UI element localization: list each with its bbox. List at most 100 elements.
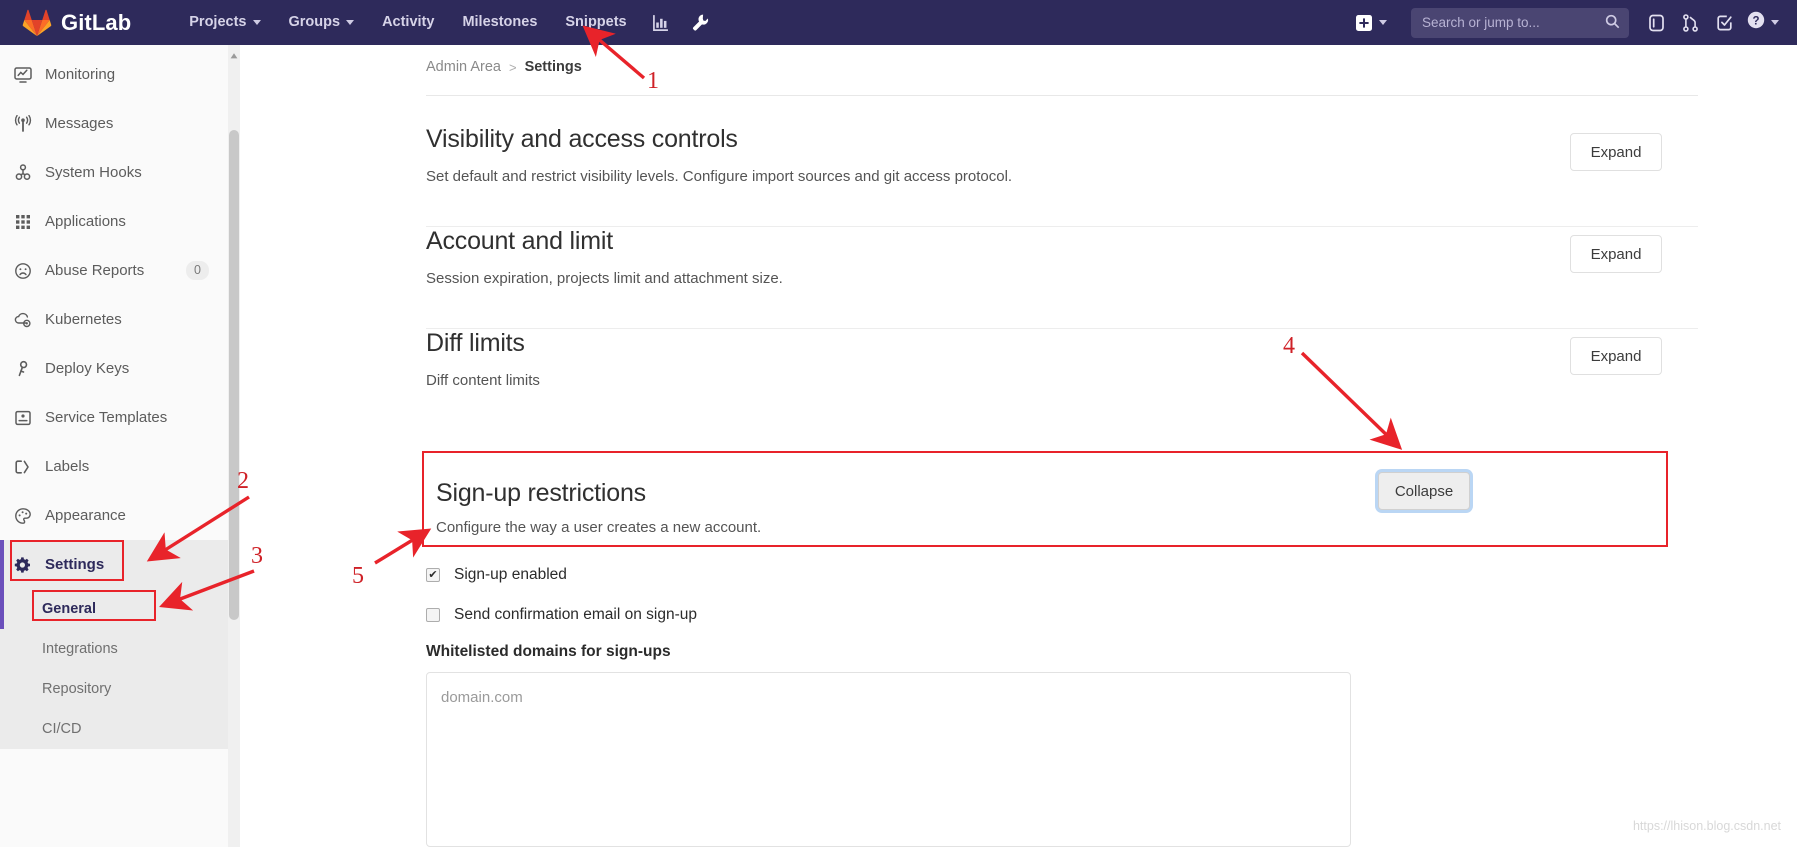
broadcast-icon xyxy=(14,115,40,133)
analytics-chart-icon[interactable] xyxy=(641,0,681,45)
sidebar-item-appearance[interactable]: Appearance xyxy=(0,491,239,540)
nav-link-milestones-label: Milestones xyxy=(462,0,537,45)
sidebar-item-kubernetes-label: Kubernetes xyxy=(45,311,122,328)
breadcrumb-settings[interactable]: Settings xyxy=(525,59,582,75)
palette-icon xyxy=(14,507,40,525)
sidebar-item-messages-label: Messages xyxy=(45,115,113,132)
checkbox-send-confirmation-email-label[interactable]: Send confirmation email on sign-up xyxy=(454,606,697,624)
section-title-account-limit: Account and limit xyxy=(426,227,1698,256)
expand-button-diff-limits[interactable]: Expand xyxy=(1570,337,1662,375)
sidebar-scrollbar-thumb[interactable] xyxy=(229,130,239,620)
gitlab-home-link[interactable]: GitLab xyxy=(22,9,131,37)
expand-button-account-limit[interactable]: Expand xyxy=(1570,235,1662,273)
help-button[interactable]: ? xyxy=(1741,11,1779,34)
sidebar-item-system-hooks-label: System Hooks xyxy=(45,164,142,181)
sidebar-subitem-general[interactable]: General xyxy=(0,589,239,629)
top-nav-links: Projects Groups Activity Milestones Snip… xyxy=(175,0,720,45)
breadcrumb-divider xyxy=(426,95,1698,96)
nav-link-activity-label: Activity xyxy=(382,0,434,45)
search-icon[interactable] xyxy=(1605,14,1620,34)
whitelist-domains-label: Whitelisted domains for sign-ups xyxy=(426,643,671,661)
collapse-button-signup-restrictions[interactable]: Collapse xyxy=(1378,472,1470,510)
chevron-down-icon xyxy=(1379,20,1387,25)
issues-icon[interactable] xyxy=(1639,0,1673,45)
section-desc-account-limit: Session expiration, projects limit and a… xyxy=(426,270,1698,287)
gitlab-wordmark: GitLab xyxy=(61,10,131,36)
sidebar-item-deploy-keys[interactable]: Deploy Keys xyxy=(0,344,239,393)
section-desc-diff-limits: Diff content limits xyxy=(426,372,1698,389)
sidebar-item-abuse-reports[interactable]: Abuse Reports 0 xyxy=(0,246,239,295)
sidebar-item-settings[interactable]: Settings xyxy=(0,540,239,589)
key-icon xyxy=(14,360,40,378)
abuse-reports-count-badge: 0 xyxy=(186,261,209,280)
section-title-signup-restrictions: Sign-up restrictions xyxy=(436,479,646,508)
nav-link-snippets-label: Snippets xyxy=(565,0,626,45)
nav-link-projects[interactable]: Projects xyxy=(175,0,274,45)
breadcrumb: Admin Area > Settings xyxy=(426,59,582,75)
section-title-visibility: Visibility and access controls xyxy=(426,125,1698,154)
sidebar-scroll-up-arrow[interactable] xyxy=(229,48,239,58)
breadcrumb-separator-icon: > xyxy=(509,60,517,75)
hook-icon xyxy=(14,164,40,182)
breadcrumb-admin-area[interactable]: Admin Area xyxy=(426,59,501,75)
sidebar-subitem-repository[interactable]: Repository xyxy=(0,669,239,709)
merge-requests-icon[interactable] xyxy=(1673,0,1707,45)
nav-link-projects-label: Projects xyxy=(189,0,246,45)
new-item-plus-button[interactable] xyxy=(1348,8,1395,38)
sidebar-item-labels[interactable]: Labels xyxy=(0,442,239,491)
sad-face-icon xyxy=(14,262,40,280)
settings-section-visibility: Visibility and access controls Set defau… xyxy=(426,125,1698,227)
gear-icon xyxy=(14,556,40,574)
sidebar-item-system-hooks[interactable]: System Hooks xyxy=(0,148,239,197)
expand-button-visibility[interactable]: Expand xyxy=(1570,133,1662,171)
settings-section-diff-limits: Diff limits Diff content limits Expand xyxy=(426,329,1698,431)
sidebar-subitem-integrations[interactable]: Integrations xyxy=(0,629,239,669)
labels-icon xyxy=(14,458,40,476)
nav-link-snippets[interactable]: Snippets xyxy=(551,0,640,45)
checkbox-row-signup-enabled[interactable]: Sign-up enabled xyxy=(426,566,567,584)
admin-wrench-icon[interactable] xyxy=(681,0,721,45)
nav-link-activity[interactable]: Activity xyxy=(368,0,448,45)
sidebar-item-appearance-label: Appearance xyxy=(45,507,126,524)
sidebar-item-settings-label: Settings xyxy=(45,556,104,573)
chevron-down-icon xyxy=(253,20,261,25)
search-box[interactable] xyxy=(1411,8,1629,38)
checkbox-signup-enabled[interactable] xyxy=(426,568,440,582)
sidebar-item-service-templates-label: Service Templates xyxy=(45,409,167,426)
main-content: Admin Area > Settings Visibility and acc… xyxy=(240,45,1797,847)
admin-sidebar: Monitoring Messages System Hooks xyxy=(0,45,240,847)
sidebar-item-monitoring[interactable]: Monitoring xyxy=(0,50,239,99)
nav-link-groups[interactable]: Groups xyxy=(275,0,369,45)
sidebar-item-labels-label: Labels xyxy=(45,458,89,475)
nav-link-milestones[interactable]: Milestones xyxy=(448,0,551,45)
whitelist-domains-textarea[interactable] xyxy=(426,672,1351,847)
sidebar-subitem-repository-label: Repository xyxy=(42,681,111,697)
sidebar-item-kubernetes[interactable]: Kubernetes xyxy=(0,295,239,344)
monitor-icon xyxy=(14,66,40,84)
template-icon xyxy=(14,409,40,427)
sidebar-item-abuse-reports-label: Abuse Reports xyxy=(45,262,144,279)
section-title-diff-limits: Diff limits xyxy=(426,329,1698,358)
sidebar-subitem-cicd[interactable]: CI/CD xyxy=(0,709,239,749)
sidebar-item-messages[interactable]: Messages xyxy=(0,99,239,148)
chevron-down-icon xyxy=(346,20,354,25)
top-navigation-bar: GitLab Projects Groups Activity Mileston… xyxy=(0,0,1797,45)
gitlab-tanuki-logo-icon xyxy=(22,9,52,37)
sidebar-subitem-general-label: General xyxy=(42,601,96,617)
checkbox-row-send-confirmation-email[interactable]: Send confirmation email on sign-up xyxy=(426,606,697,624)
sidebar-item-service-templates[interactable]: Service Templates xyxy=(0,393,239,442)
nav-link-groups-label: Groups xyxy=(289,0,341,45)
sidebar-item-applications-label: Applications xyxy=(45,213,126,230)
watermark-text: https://lhison.blog.csdn.net xyxy=(1633,819,1781,833)
sidebar-item-deploy-keys-label: Deploy Keys xyxy=(45,360,129,377)
section-desc-visibility: Set default and restrict visibility leve… xyxy=(426,168,1698,185)
settings-section-account-limit: Account and limit Session expiration, pr… xyxy=(426,227,1698,329)
sidebar-subitem-integrations-label: Integrations xyxy=(42,641,118,657)
todos-icon[interactable] xyxy=(1707,0,1741,45)
sidebar-subitem-cicd-label: CI/CD xyxy=(42,721,81,737)
checkbox-send-confirmation-email[interactable] xyxy=(426,608,440,622)
sidebar-item-applications[interactable]: Applications xyxy=(0,197,239,246)
checkbox-signup-enabled-label[interactable]: Sign-up enabled xyxy=(454,566,567,584)
search-input[interactable] xyxy=(1422,15,1602,30)
svg-text:?: ? xyxy=(1752,15,1759,27)
